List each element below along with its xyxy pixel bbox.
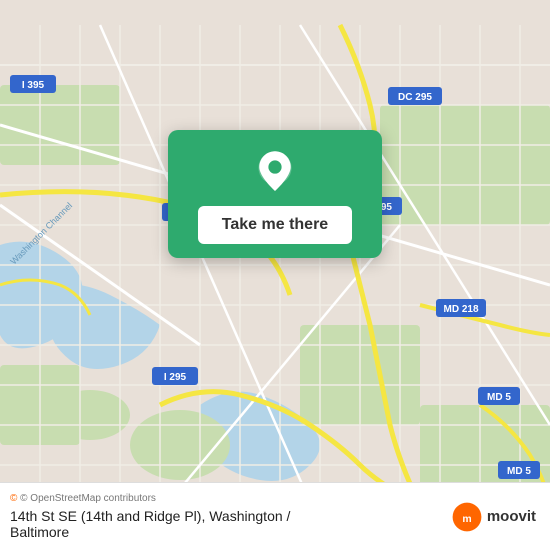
svg-text:m: m	[462, 513, 471, 524]
map-container: I 395 I 695 DC 295 DC 295 I 295 MD 218 M…	[0, 0, 550, 550]
svg-text:MD 5: MD 5	[487, 392, 511, 403]
svg-text:MD 218: MD 218	[443, 304, 478, 315]
map-background: I 395 I 695 DC 295 DC 295 I 295 MD 218 M…	[0, 0, 550, 550]
location-line2: Baltimore	[10, 524, 69, 540]
copyright-symbol: ©	[10, 493, 17, 504]
moovit-icon: m	[451, 501, 483, 533]
bottom-left: © © OpenStreetMap contributors 14th St S…	[10, 493, 290, 540]
attribution-text: © OpenStreetMap contributors	[20, 493, 156, 504]
location-pin-icon	[251, 148, 299, 196]
svg-text:DC 295: DC 295	[398, 92, 432, 103]
svg-text:I 295: I 295	[164, 372, 187, 383]
location-text: 14th St SE (14th and Ridge Pl), Washingt…	[10, 508, 290, 540]
moovit-logo: m moovit	[451, 501, 536, 533]
take-me-there-card: Take me there	[168, 130, 382, 258]
bottom-bar: © © OpenStreetMap contributors 14th St S…	[0, 482, 550, 550]
attribution: © © OpenStreetMap contributors	[10, 493, 290, 504]
svg-text:MD 5: MD 5	[507, 466, 531, 477]
take-me-there-button[interactable]: Take me there	[198, 206, 352, 244]
svg-text:I 395: I 395	[22, 80, 45, 91]
moovit-label: moovit	[487, 508, 536, 525]
location-line1: 14th St SE (14th and Ridge Pl), Washingt…	[10, 508, 290, 524]
